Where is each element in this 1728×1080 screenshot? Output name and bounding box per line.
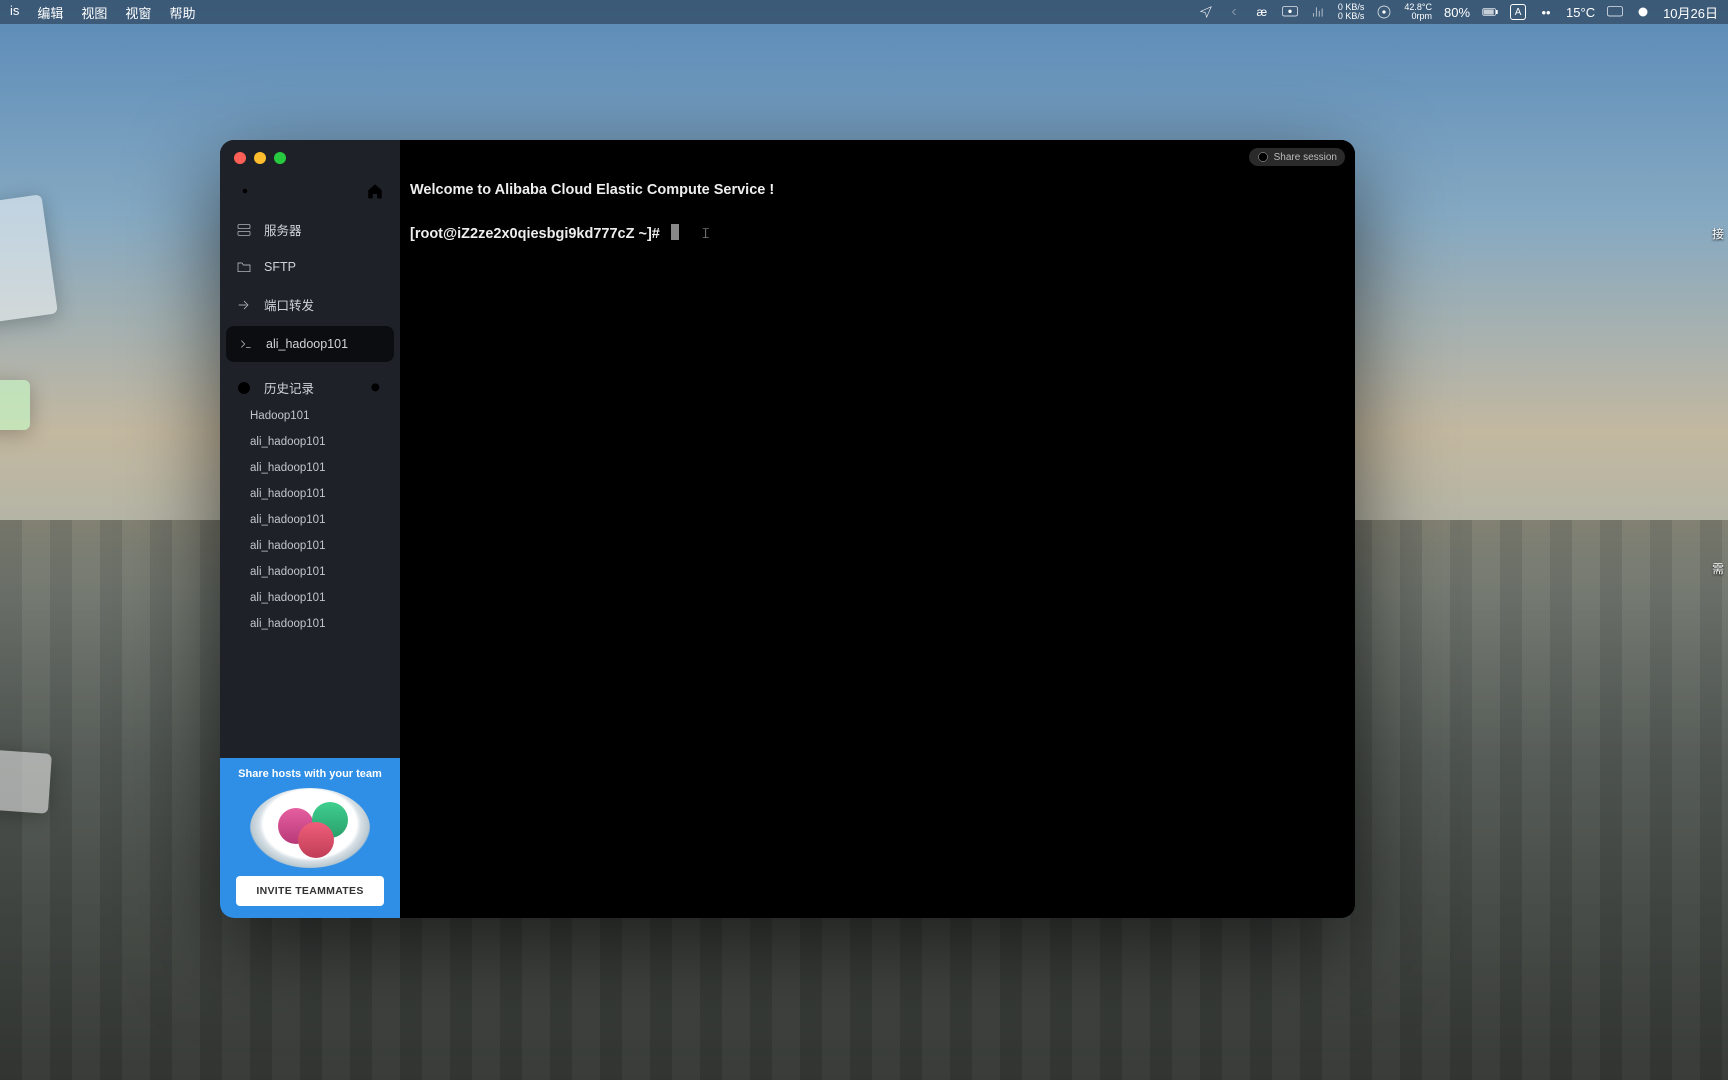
history-item[interactable]: ali_hadoop101 xyxy=(220,455,400,481)
rpm-value: 0rpm xyxy=(1404,12,1432,21)
promo-illustration xyxy=(250,788,370,868)
activity-icon[interactable] xyxy=(1310,4,1326,20)
display-icon[interactable] xyxy=(1607,4,1623,20)
battery-percent: 80% xyxy=(1444,5,1470,20)
menu-help[interactable]: 帮助 xyxy=(169,3,195,22)
promo-headline: Share hosts with your team xyxy=(228,768,392,780)
search-icon[interactable] xyxy=(368,380,384,396)
menubar-right: æ 0 KB/s 0 KB/s 42.8°C 0rpm 80% A •• 15°… xyxy=(1198,3,1718,22)
text-cursor-icon: 𝙸 xyxy=(701,224,711,246)
history-item[interactable]: Hadoop101 xyxy=(220,403,400,429)
zoom-button[interactable] xyxy=(274,152,286,164)
sidebar: 服务器 SFTP 端口转发 ali_hadoop101 历史记录 Hadoop1… xyxy=(220,140,400,918)
status-dot-icon[interactable] xyxy=(1635,4,1651,20)
network-speed: 0 KB/s 0 KB/s xyxy=(1338,3,1365,21)
home-icon[interactable] xyxy=(366,182,384,200)
ae-icon[interactable]: æ xyxy=(1254,4,1270,20)
menu-edit[interactable]: 编辑 xyxy=(37,3,63,22)
menubar-date: 10月26日 xyxy=(1663,3,1718,22)
clock-icon xyxy=(236,380,252,396)
menu-view[interactable]: 视图 xyxy=(81,3,107,22)
close-button[interactable] xyxy=(234,152,246,164)
sidebar-item-active-session[interactable]: ali_hadoop101 xyxy=(226,326,394,362)
history-item[interactable]: ali_hadoop101 xyxy=(220,611,400,637)
history-item[interactable]: ali_hadoop101 xyxy=(220,533,400,559)
invite-teammates-button[interactable]: INVITE TEAMMATES xyxy=(236,876,384,906)
input-mode-badge[interactable]: A xyxy=(1510,4,1526,20)
sidebar-item-label: ali_hadoop101 xyxy=(266,337,348,351)
share-session-label: Share session xyxy=(1274,152,1337,163)
history-item[interactable]: ali_hadoop101 xyxy=(220,559,400,585)
sidebar-item-label: 服务器 xyxy=(264,220,302,239)
folder-icon xyxy=(236,259,252,275)
menubar-left: is 编辑 视图 视窗 帮助 xyxy=(10,3,195,22)
history-item[interactable]: ali_hadoop101 xyxy=(220,507,400,533)
terminal-icon xyxy=(238,336,254,352)
location-icon[interactable] xyxy=(1198,4,1214,20)
desktop-label: 接 xyxy=(1712,225,1724,242)
menu-app[interactable]: is xyxy=(10,3,19,22)
screen-icon[interactable] xyxy=(1282,4,1298,20)
history-item[interactable]: ali_hadoop101 xyxy=(220,585,400,611)
temperature: 42.8°C 0rpm xyxy=(1404,3,1432,21)
history-list: Hadoop101 ali_hadoop101 ali_hadoop101 al… xyxy=(220,403,400,758)
battery-icon[interactable] xyxy=(1482,4,1498,20)
invite-promo: Share hosts with your team INVITE TEAMMA… xyxy=(220,758,400,918)
server-icon xyxy=(236,222,252,238)
terminal-pane[interactable]: Welcome to Alibaba Cloud Elastic Compute… xyxy=(400,140,1355,918)
terminal-cursor xyxy=(671,224,679,240)
history-item[interactable]: ali_hadoop101 xyxy=(220,429,400,455)
sidebar-item-label: 端口转发 xyxy=(264,295,314,314)
background-window xyxy=(0,380,30,430)
sidebar-item-port-forwarding[interactable]: 端口转发 xyxy=(220,285,400,324)
menu-window[interactable]: 视窗 xyxy=(125,3,151,22)
terminal-welcome-line: Welcome to Alibaba Cloud Elastic Compute… xyxy=(410,182,774,198)
macos-menubar: is 编辑 视图 视窗 帮助 æ 0 KB/s 0 KB/s 42.8°C 0r… xyxy=(0,0,1728,24)
window-controls xyxy=(234,152,286,164)
terminal-prompt: [root@iZ2ze2x0qiesbgi9kd777cZ ~]# xyxy=(410,226,660,242)
minimize-button[interactable] xyxy=(254,152,266,164)
termius-window: Share session 服务器 SFTP 端口转发 ali_hadoop10… xyxy=(220,140,1355,918)
history-item[interactable]: ali_hadoop101 xyxy=(220,481,400,507)
net-down: 0 KB/s xyxy=(1338,12,1365,21)
share-session-button[interactable]: Share session xyxy=(1249,148,1345,166)
background-window xyxy=(0,746,52,814)
weather-icon[interactable]: •• xyxy=(1538,4,1554,20)
weather-temp: 15°C xyxy=(1566,5,1595,20)
history-section-header: 历史记录 xyxy=(220,364,400,403)
sidebar-item-servers[interactable]: 服务器 xyxy=(220,210,400,249)
chevron-left-icon[interactable] xyxy=(1226,4,1242,20)
forward-icon xyxy=(236,297,252,313)
fan-icon[interactable] xyxy=(1376,4,1392,20)
sidebar-item-sftp[interactable]: SFTP xyxy=(220,249,400,285)
sidebar-item-label: SFTP xyxy=(264,260,296,274)
desktop-label: 需 xyxy=(1712,560,1724,577)
history-label: 历史记录 xyxy=(264,378,314,397)
background-window xyxy=(0,194,58,325)
gear-icon[interactable] xyxy=(236,182,254,200)
